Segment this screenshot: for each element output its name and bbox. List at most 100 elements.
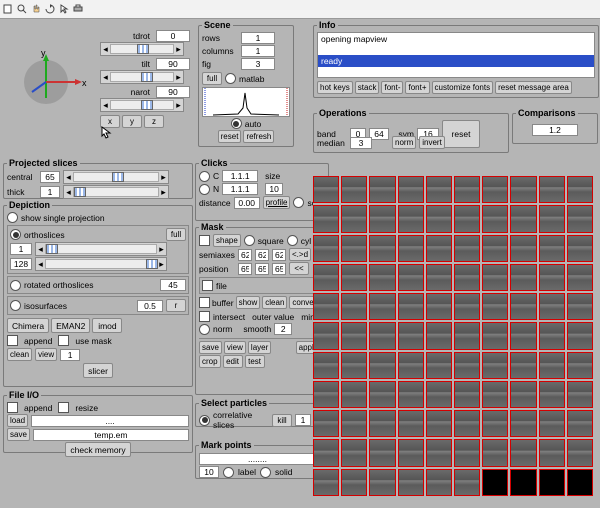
invert-button[interactable]: invert bbox=[419, 136, 445, 149]
right-arrow-icon[interactable]: ▸ bbox=[174, 43, 183, 55]
imod-button[interactable]: imod bbox=[92, 318, 122, 333]
particle-cell[interactable] bbox=[398, 381, 424, 408]
r-button[interactable]: r bbox=[166, 299, 186, 312]
distance-input[interactable] bbox=[234, 197, 260, 209]
particle-cell[interactable] bbox=[510, 469, 536, 496]
hand-icon[interactable] bbox=[30, 3, 42, 15]
particle-cell[interactable] bbox=[510, 439, 536, 466]
particle-cell[interactable] bbox=[454, 352, 480, 379]
particle-cell[interactable] bbox=[454, 264, 480, 291]
particle-cell[interactable] bbox=[341, 439, 367, 466]
particle-cell[interactable] bbox=[567, 264, 593, 291]
matlab-radio[interactable] bbox=[225, 73, 236, 84]
particle-cell[interactable] bbox=[426, 322, 452, 349]
particle-cell[interactable] bbox=[510, 205, 536, 232]
kill-input[interactable] bbox=[295, 414, 311, 426]
particle-cell[interactable] bbox=[454, 381, 480, 408]
particle-cell[interactable] bbox=[369, 352, 395, 379]
particle-cell[interactable] bbox=[539, 352, 565, 379]
fig-input[interactable] bbox=[241, 58, 275, 70]
particle-cell[interactable] bbox=[426, 293, 452, 320]
rotated-input[interactable] bbox=[160, 279, 186, 291]
ortho-slider2[interactable]: ◂▸ bbox=[35, 257, 167, 271]
file-icon[interactable] bbox=[2, 3, 14, 15]
shape-button[interactable]: shape bbox=[213, 234, 241, 247]
particle-cell[interactable] bbox=[567, 439, 593, 466]
particle-cell[interactable] bbox=[482, 235, 508, 262]
columns-input[interactable] bbox=[241, 45, 275, 57]
particle-grid[interactable] bbox=[313, 176, 593, 496]
particle-cell[interactable] bbox=[313, 439, 339, 466]
particle-cell[interactable] bbox=[567, 410, 593, 437]
particle-cell[interactable] bbox=[539, 410, 565, 437]
particle-cell[interactable] bbox=[454, 410, 480, 437]
square-radio[interactable] bbox=[244, 235, 255, 246]
particle-cell[interactable] bbox=[510, 235, 536, 262]
particle-cell[interactable] bbox=[313, 352, 339, 379]
append-check[interactable] bbox=[7, 402, 18, 413]
particle-cell[interactable] bbox=[341, 205, 367, 232]
particle-cell[interactable] bbox=[539, 322, 565, 349]
thick-slider[interactable]: ◂▸ bbox=[63, 185, 169, 199]
particle-cell[interactable] bbox=[341, 410, 367, 437]
particle-cell[interactable] bbox=[426, 381, 452, 408]
particle-cell[interactable] bbox=[369, 439, 395, 466]
particle-cell[interactable] bbox=[482, 381, 508, 408]
auto-radio[interactable] bbox=[231, 118, 242, 129]
print-icon[interactable] bbox=[72, 3, 84, 15]
particle-cell[interactable] bbox=[482, 205, 508, 232]
full-button[interactable]: full bbox=[166, 228, 186, 241]
particle-cell[interactable] bbox=[313, 205, 339, 232]
particle-cell[interactable] bbox=[398, 293, 424, 320]
clean-button[interactable]: clean bbox=[262, 296, 287, 309]
particle-cell[interactable] bbox=[313, 410, 339, 437]
semi-arrow-button[interactable]: <.>d bbox=[289, 248, 311, 261]
smooth-input[interactable] bbox=[274, 323, 292, 335]
left-arrow-icon[interactable]: ◂ bbox=[101, 43, 110, 55]
orthoslices-radio[interactable] bbox=[10, 229, 21, 240]
particle-cell[interactable] bbox=[539, 381, 565, 408]
median-input[interactable] bbox=[350, 137, 372, 149]
iso-radio[interactable] bbox=[10, 300, 21, 311]
message-list[interactable]: opening mapview ready bbox=[317, 32, 595, 78]
particle-cell[interactable] bbox=[398, 410, 424, 437]
particle-cell[interactable] bbox=[398, 264, 424, 291]
resize-check[interactable] bbox=[58, 402, 69, 413]
left-arrow-icon[interactable]: ◂ bbox=[101, 71, 110, 83]
particle-cell[interactable] bbox=[539, 469, 565, 496]
narot-slider[interactable]: ◂▸ bbox=[100, 98, 184, 112]
cyl-radio[interactable] bbox=[287, 235, 298, 246]
particle-cell[interactable] bbox=[426, 469, 452, 496]
particle-cell[interactable] bbox=[567, 205, 593, 232]
narot-input[interactable] bbox=[156, 86, 190, 98]
tdrot-input[interactable] bbox=[156, 30, 190, 42]
mask-test-button[interactable]: test bbox=[245, 355, 265, 368]
font-plus-button[interactable]: font+ bbox=[405, 81, 429, 94]
particle-cell[interactable] bbox=[567, 352, 593, 379]
particle-cell[interactable] bbox=[341, 381, 367, 408]
semi2-input[interactable] bbox=[255, 249, 269, 261]
particle-cell[interactable] bbox=[369, 176, 395, 203]
particle-cell[interactable] bbox=[426, 205, 452, 232]
particle-cell[interactable] bbox=[313, 235, 339, 262]
particle-cell[interactable] bbox=[369, 410, 395, 437]
rotate-icon[interactable] bbox=[44, 3, 56, 15]
particle-cell[interactable] bbox=[510, 352, 536, 379]
particle-cell[interactable] bbox=[313, 176, 339, 203]
clean-button[interactable]: clean bbox=[7, 348, 32, 361]
particle-cell[interactable] bbox=[369, 205, 395, 232]
chimera-button[interactable]: Chimera bbox=[7, 318, 49, 333]
show-single-radio[interactable] bbox=[7, 212, 18, 223]
particle-cell[interactable] bbox=[567, 235, 593, 262]
norm-radio[interactable] bbox=[199, 324, 210, 335]
label-radio[interactable] bbox=[223, 467, 234, 478]
buffer-check[interactable] bbox=[199, 297, 210, 308]
particle-cell[interactable] bbox=[482, 439, 508, 466]
particle-cell[interactable] bbox=[539, 235, 565, 262]
C-radio[interactable] bbox=[199, 171, 210, 182]
particle-cell[interactable] bbox=[567, 381, 593, 408]
particle-cell[interactable] bbox=[369, 322, 395, 349]
mark-file-input[interactable] bbox=[199, 453, 316, 465]
particle-cell[interactable] bbox=[539, 264, 565, 291]
particle-cell[interactable] bbox=[454, 322, 480, 349]
